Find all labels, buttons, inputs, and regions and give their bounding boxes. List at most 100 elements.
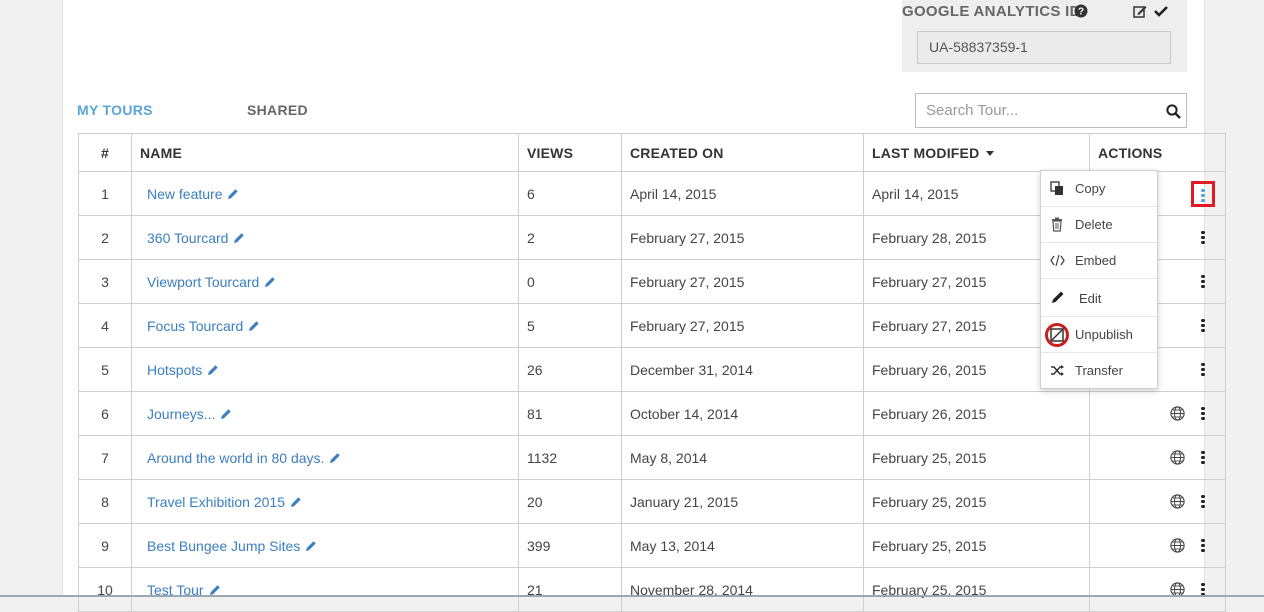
col-name[interactable]: NAME [131, 133, 519, 172]
row-menu-button[interactable] [1191, 181, 1215, 207]
modified-cell: February 25, 2015 [863, 523, 1090, 568]
rename-pencil-icon[interactable] [305, 539, 317, 551]
actions-cell [1089, 391, 1226, 436]
tab-shared[interactable]: SHARED [247, 102, 308, 118]
menu-item-edit[interactable]: Edit [1041, 279, 1157, 317]
created-cell: February 27, 2015 [621, 259, 864, 304]
tour-name-link[interactable]: Viewport Tourcard [147, 274, 259, 290]
created-cell: December 31, 2014 [621, 347, 864, 392]
globe-icon[interactable] [1170, 494, 1185, 509]
menu-item-embed[interactable]: Embed [1041, 243, 1157, 279]
rename-pencil-icon[interactable] [233, 231, 245, 243]
copy-icon [1050, 181, 1063, 195]
modified-cell: February 25, 2015 [863, 479, 1090, 524]
shuffle-icon [1051, 365, 1064, 376]
views-cell: 26 [518, 347, 622, 392]
tour-name-link[interactable]: Travel Exhibition 2015 [147, 494, 285, 510]
tour-name-link[interactable]: Best Bungee Jump Sites [147, 538, 300, 554]
created-cell: October 14, 2014 [621, 391, 864, 436]
tab-my-tours[interactable]: MY TOURS [77, 102, 153, 118]
menu-item-transfer[interactable]: Transfer [1041, 353, 1157, 389]
globe-icon[interactable] [1170, 406, 1185, 421]
tour-name-cell: Journeys... [131, 391, 519, 436]
created-cell: May 13, 2014 [621, 523, 864, 568]
col-created[interactable]: CREATED ON [621, 133, 864, 172]
rename-pencil-icon[interactable] [227, 187, 239, 199]
row-menu-button[interactable] [1194, 493, 1212, 511]
row-number: 2 [78, 215, 132, 260]
actions-cell [1089, 523, 1226, 568]
rename-pencil-icon[interactable] [264, 275, 276, 287]
modified-cell: February 25, 2015 [863, 567, 1090, 612]
table-row: 9 Best Bungee Jump Sites 399 May 13, 2014 Fe… [78, 523, 1226, 568]
unpublish-icon [1050, 328, 1064, 342]
check-icon[interactable] [1154, 5, 1168, 17]
tour-name-link[interactable]: New feature [147, 186, 222, 202]
table-header-row: # NAME VIEWS CREATED ON LAST MODIFED ACT… [78, 133, 1226, 172]
globe-icon[interactable] [1170, 450, 1185, 465]
code-icon [1050, 254, 1065, 267]
svg-text:?: ? [1078, 7, 1084, 18]
row-menu-button[interactable] [1194, 229, 1212, 247]
created-cell: November 28, 2014 [621, 567, 864, 612]
edit-icon[interactable] [1133, 4, 1147, 18]
globe-icon[interactable] [1170, 538, 1185, 553]
tour-name-link[interactable]: 360 Tourcard [147, 230, 228, 246]
col-actions: ACTIONS [1089, 133, 1226, 172]
sort-desc-icon [986, 150, 995, 156]
row-menu-button[interactable] [1194, 317, 1212, 335]
created-cell: February 27, 2015 [621, 215, 864, 260]
views-cell: 6 [518, 171, 622, 216]
views-cell: 399 [518, 523, 622, 568]
help-icon[interactable]: ? [1074, 4, 1088, 18]
row-menu-button[interactable] [1194, 405, 1212, 423]
views-cell: 21 [518, 567, 622, 612]
created-cell: April 14, 2015 [621, 171, 864, 216]
views-cell: 5 [518, 303, 622, 348]
tour-name-cell: Viewport Tourcard [131, 259, 519, 304]
actions-cell [1089, 435, 1226, 480]
search-input[interactable] [916, 94, 1151, 127]
views-cell: 2 [518, 215, 622, 260]
row-menu-button[interactable] [1194, 537, 1212, 555]
rename-pencil-icon[interactable] [290, 495, 302, 507]
menu-item-label: Delete [1075, 217, 1113, 232]
rename-pencil-icon[interactable] [220, 407, 232, 419]
row-number: 7 [78, 435, 132, 480]
table-row: 8 Travel Exhibition 2015 20 January 21, 201… [78, 479, 1226, 524]
row-number: 3 [78, 259, 132, 304]
analytics-label: GOOGLE ANALYTICS ID [902, 3, 1081, 20]
col-num: # [78, 133, 132, 172]
col-modified[interactable]: LAST MODIFED [863, 133, 1090, 172]
tour-name-cell: Test Tour [131, 567, 519, 612]
tour-name-cell: 360 Tourcard [131, 215, 519, 260]
row-number: 5 [78, 347, 132, 392]
views-cell: 81 [518, 391, 622, 436]
col-views[interactable]: VIEWS [518, 133, 622, 172]
tour-name-link[interactable]: Around the world in 80 days. [147, 450, 324, 466]
menu-item-label: Unpublish [1075, 327, 1133, 342]
tour-name-cell: New feature [131, 171, 519, 216]
rename-pencil-icon[interactable] [209, 583, 221, 595]
analytics-id-field[interactable]: UA-58837359-1 [917, 31, 1171, 64]
tour-name-link[interactable]: Focus Tourcard [147, 318, 243, 334]
table-row: 10 Test Tour 21 November 28, 2014 February 2… [78, 567, 1226, 612]
row-menu-button[interactable] [1194, 273, 1212, 291]
table-row: 6 Journeys... 81 October 14, 2014 February 2… [78, 391, 1226, 436]
menu-item-delete[interactable]: Delete [1041, 207, 1157, 243]
row-menu-button[interactable] [1194, 361, 1212, 379]
row-menu-button[interactable] [1194, 449, 1212, 467]
modified-cell: February 25, 2015 [863, 435, 1090, 480]
created-cell: January 21, 2015 [621, 479, 864, 524]
tour-name-link[interactable]: Journeys... [147, 406, 215, 422]
tour-name-link[interactable]: Hotspots [147, 362, 202, 378]
tour-name-cell: Focus Tourcard [131, 303, 519, 348]
menu-item-unpublish[interactable]: Unpublish [1041, 317, 1157, 353]
search-icon[interactable] [1166, 104, 1181, 119]
rename-pencil-icon[interactable] [329, 451, 341, 463]
action-menu: Copy Delete Embed Edit Unpublish Transfe… [1040, 170, 1158, 389]
rename-pencil-icon[interactable] [248, 319, 260, 331]
rename-pencil-icon[interactable] [207, 363, 219, 375]
menu-item-copy[interactable]: Copy [1041, 171, 1157, 207]
search-box [915, 93, 1187, 128]
